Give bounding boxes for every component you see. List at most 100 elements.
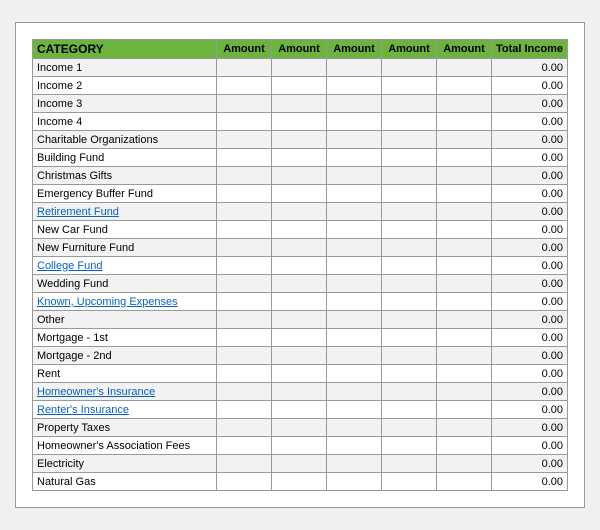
category-cell[interactable]: Retirement Fund (33, 203, 217, 221)
amount-cell-4[interactable] (381, 329, 436, 347)
category-cell[interactable]: Homeowner's Insurance (33, 383, 217, 401)
amount-cell-2[interactable] (271, 383, 326, 401)
amount-cell-2[interactable] (271, 203, 326, 221)
amount-cell-5[interactable] (436, 311, 491, 329)
category-link[interactable]: Renter's Insurance (37, 404, 129, 416)
amount-cell-2[interactable] (271, 257, 326, 275)
category-link[interactable]: College Fund (37, 260, 102, 272)
amount-cell-1[interactable] (216, 329, 271, 347)
amount-cell-4[interactable] (381, 473, 436, 491)
amount-cell-1[interactable] (216, 311, 271, 329)
amount-cell-1[interactable] (216, 113, 271, 131)
amount-cell-4[interactable] (381, 239, 436, 257)
amount-cell-2[interactable] (271, 275, 326, 293)
amount-cell-4[interactable] (381, 131, 436, 149)
amount-cell-2[interactable] (271, 293, 326, 311)
amount-cell-2[interactable] (271, 401, 326, 419)
amount-cell-3[interactable] (326, 203, 381, 221)
category-cell[interactable]: College Fund (33, 257, 217, 275)
amount-cell-4[interactable] (381, 149, 436, 167)
amount-cell-4[interactable] (381, 419, 436, 437)
amount-cell-1[interactable] (216, 437, 271, 455)
amount-cell-5[interactable] (436, 347, 491, 365)
amount-cell-2[interactable] (271, 167, 326, 185)
amount-cell-4[interactable] (381, 257, 436, 275)
amount-cell-2[interactable] (271, 113, 326, 131)
amount-cell-1[interactable] (216, 59, 271, 77)
amount-cell-3[interactable] (326, 347, 381, 365)
amount-cell-5[interactable] (436, 383, 491, 401)
amount-cell-2[interactable] (271, 239, 326, 257)
amount-cell-3[interactable] (326, 275, 381, 293)
amount-cell-4[interactable] (381, 365, 436, 383)
amount-cell-5[interactable] (436, 275, 491, 293)
amount-cell-4[interactable] (381, 113, 436, 131)
amount-cell-5[interactable] (436, 221, 491, 239)
amount-cell-3[interactable] (326, 455, 381, 473)
amount-cell-3[interactable] (326, 131, 381, 149)
amount-cell-5[interactable] (436, 437, 491, 455)
amount-cell-5[interactable] (436, 455, 491, 473)
amount-cell-2[interactable] (271, 365, 326, 383)
amount-cell-5[interactable] (436, 95, 491, 113)
amount-cell-4[interactable] (381, 77, 436, 95)
amount-cell-1[interactable] (216, 221, 271, 239)
amount-cell-1[interactable] (216, 95, 271, 113)
amount-cell-3[interactable] (326, 419, 381, 437)
amount-cell-1[interactable] (216, 257, 271, 275)
amount-cell-5[interactable] (436, 329, 491, 347)
category-link[interactable]: Homeowner's Insurance (37, 386, 155, 398)
amount-cell-1[interactable] (216, 185, 271, 203)
amount-cell-5[interactable] (436, 257, 491, 275)
amount-cell-3[interactable] (326, 59, 381, 77)
amount-cell-5[interactable] (436, 59, 491, 77)
amount-cell-5[interactable] (436, 131, 491, 149)
amount-cell-4[interactable] (381, 185, 436, 203)
amount-cell-5[interactable] (436, 401, 491, 419)
amount-cell-3[interactable] (326, 257, 381, 275)
amount-cell-5[interactable] (436, 239, 491, 257)
amount-cell-1[interactable] (216, 149, 271, 167)
amount-cell-5[interactable] (436, 293, 491, 311)
amount-cell-4[interactable] (381, 347, 436, 365)
amount-cell-4[interactable] (381, 311, 436, 329)
amount-cell-2[interactable] (271, 311, 326, 329)
amount-cell-4[interactable] (381, 455, 436, 473)
amount-cell-5[interactable] (436, 365, 491, 383)
amount-cell-4[interactable] (381, 293, 436, 311)
amount-cell-4[interactable] (381, 437, 436, 455)
amount-cell-5[interactable] (436, 77, 491, 95)
amount-cell-1[interactable] (216, 275, 271, 293)
amount-cell-3[interactable] (326, 113, 381, 131)
amount-cell-5[interactable] (436, 185, 491, 203)
amount-cell-3[interactable] (326, 167, 381, 185)
amount-cell-3[interactable] (326, 401, 381, 419)
amount-cell-5[interactable] (436, 149, 491, 167)
category-link[interactable]: Known, Upcoming Expenses (37, 296, 178, 308)
amount-cell-2[interactable] (271, 455, 326, 473)
amount-cell-2[interactable] (271, 329, 326, 347)
amount-cell-4[interactable] (381, 221, 436, 239)
amount-cell-3[interactable] (326, 365, 381, 383)
amount-cell-1[interactable] (216, 239, 271, 257)
amount-cell-3[interactable] (326, 185, 381, 203)
amount-cell-1[interactable] (216, 455, 271, 473)
amount-cell-1[interactable] (216, 383, 271, 401)
amount-cell-3[interactable] (326, 293, 381, 311)
amount-cell-5[interactable] (436, 419, 491, 437)
amount-cell-3[interactable] (326, 473, 381, 491)
amount-cell-2[interactable] (271, 437, 326, 455)
amount-cell-4[interactable] (381, 383, 436, 401)
amount-cell-4[interactable] (381, 401, 436, 419)
amount-cell-2[interactable] (271, 59, 326, 77)
amount-cell-1[interactable] (216, 77, 271, 95)
amount-cell-5[interactable] (436, 113, 491, 131)
amount-cell-3[interactable] (326, 221, 381, 239)
amount-cell-1[interactable] (216, 131, 271, 149)
amount-cell-5[interactable] (436, 203, 491, 221)
amount-cell-1[interactable] (216, 293, 271, 311)
amount-cell-2[interactable] (271, 77, 326, 95)
amount-cell-1[interactable] (216, 365, 271, 383)
amount-cell-1[interactable] (216, 419, 271, 437)
amount-cell-2[interactable] (271, 131, 326, 149)
